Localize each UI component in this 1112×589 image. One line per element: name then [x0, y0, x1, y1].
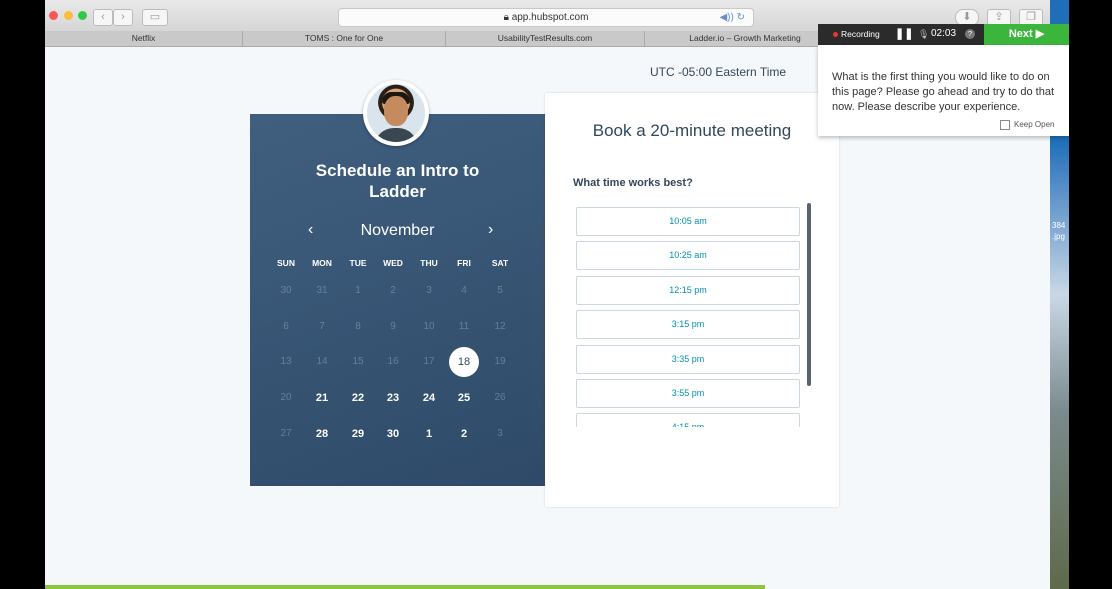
pause-icon[interactable]: ❚❚ [895, 27, 913, 40]
weekday-label: MON [312, 258, 332, 268]
calendar-day: 26 [494, 392, 506, 403]
calendar-day[interactable]: 22 [340, 380, 376, 416]
address-text: app.hubspot.com [511, 12, 589, 23]
calendar-day: 20 [280, 392, 292, 403]
lock-icon: 🔒︎ [503, 12, 509, 23]
calendar-day: 11 [458, 321, 470, 332]
calendar-day: 10 [423, 321, 435, 332]
calendar-day[interactable]: 25 [446, 380, 482, 416]
calendar-day[interactable]: 2 [446, 416, 482, 452]
timezone-label[interactable]: UTC -05:00 Eastern Time [650, 65, 786, 79]
sidebar-icon[interactable]: ▭ [142, 9, 168, 26]
time-slot-button[interactable]: 4:15 pm [576, 413, 800, 427]
calendar-day: 9 [390, 321, 396, 332]
calendar-day: 31 [316, 285, 328, 296]
next-button[interactable]: Next ▶︎ [984, 24, 1069, 45]
time-slot-button[interactable]: 10:25 am [576, 241, 800, 271]
help-icon[interactable]: ? [965, 29, 975, 39]
weekday-label: SAT [491, 258, 509, 268]
calendar-day: 8 [355, 321, 361, 332]
booking-panel: Book a 20-minute meeting What time works… [545, 93, 839, 507]
page-load-progress [45, 585, 765, 589]
calendar-day: 4 [461, 285, 467, 296]
calendar-day: 5 [497, 285, 503, 296]
selected-day[interactable]: 18 [446, 344, 482, 380]
weekday-label: SUN [277, 258, 295, 268]
speaker-icon[interactable]: ◀︎)) ↻ [719, 9, 745, 26]
calendar-day[interactable]: 23 [375, 380, 411, 416]
booking-title: Book a 20-minute meeting [592, 121, 792, 140]
recording-timer: 02:03 [931, 28, 957, 39]
time-slot-button[interactable]: 3:15 pm [576, 310, 800, 340]
recording-label: Recording [841, 29, 880, 39]
calendar-day: 3 [497, 428, 503, 439]
calendar-day: 15 [352, 356, 364, 367]
calendar-day: 30 [280, 285, 292, 296]
time-slot-button[interactable]: 10:05 am [576, 207, 800, 236]
bookmark-tab[interactable]: Ladder.io – Growth Marketing [645, 31, 846, 46]
close-window-icon[interactable] [49, 11, 58, 20]
next-month-icon[interactable]: › [488, 221, 493, 239]
weekday-label: WED [383, 258, 403, 268]
weekday-label: FRI [457, 258, 471, 268]
zoom-window-icon[interactable] [78, 11, 87, 20]
time-slot-button[interactable]: 3:55 pm [576, 379, 800, 408]
calendar-day: 17 [423, 356, 435, 367]
selected-day-label: 18 [457, 356, 471, 368]
calendar-day: 3 [426, 285, 432, 296]
calendar-day[interactable]: 29 [340, 416, 376, 452]
keep-open-checkbox[interactable]: Keep Open [1000, 120, 1054, 130]
calendar-day: 6 [283, 321, 289, 332]
calendar-day: 1 [355, 285, 361, 296]
calendar-day: 27 [280, 428, 292, 439]
microphone-icon: 🎙︎ [918, 29, 930, 39]
slot-scrollbar[interactable] [807, 203, 811, 386]
calendar-day: 2 [390, 285, 396, 296]
time-slot-list: 10:05 am 10:25 am 12:15 pm 3:15 pm 3:35 pm 3:… [576, 207, 800, 427]
calendar-day: 14 [316, 356, 328, 367]
time-question: What time works best? [573, 177, 693, 189]
weekday-label: TUE [349, 258, 367, 268]
desktop-file-label: 384 .jpg [1052, 221, 1066, 241]
calendar-day: 19 [494, 356, 506, 367]
host-photo [367, 84, 425, 142]
address-bar[interactable]: 🔒︎ app.hubspot.com ◀︎)) ↻ [338, 8, 754, 27]
forward-icon[interactable]: › [113, 9, 133, 26]
recorder-bar: Recording ❚❚ 🎙︎ 02:03 ? Next ▶︎ [818, 24, 1069, 45]
calendar-day[interactable]: 24 [411, 380, 447, 416]
avatar [363, 80, 429, 146]
calendar-day: 7 [319, 321, 325, 332]
calendar-day[interactable]: 30 [375, 416, 411, 452]
meeting-title: Schedule an Intro to Ladder [250, 160, 545, 202]
calendar-panel: Schedule an Intro to Ladder ‹ November ›… [250, 114, 545, 486]
calendar-day[interactable]: 1 [411, 416, 447, 452]
next-label: Next [1008, 28, 1033, 40]
play-icon: ▶︎ [1035, 28, 1045, 40]
back-icon[interactable]: ‹ [93, 9, 113, 26]
meeting-title-line: Schedule an Intro to [315, 161, 480, 180]
checkbox-icon[interactable] [1000, 120, 1010, 130]
bookmark-tab[interactable]: Netflix [45, 31, 243, 46]
calendar-day: 13 [280, 356, 292, 367]
meeting-title-line: Ladder [369, 182, 426, 201]
calendar-day[interactable]: 21 [304, 380, 340, 416]
task-popup: What is the first thing you would like t… [818, 45, 1069, 136]
time-slot-button[interactable]: 3:35 pm [576, 344, 800, 374]
bookmark-tab[interactable]: TOMS : One for One [243, 31, 446, 46]
time-slot-button[interactable]: 12:15 pm [576, 275, 800, 305]
task-instructions: What is the first thing you would like t… [832, 71, 1054, 113]
minimize-window-icon[interactable] [64, 11, 73, 20]
record-dot-icon [833, 32, 838, 37]
calendar-day: 16 [387, 356, 399, 367]
weekday-label: THU [420, 258, 438, 268]
keep-open-label: Keep Open [1014, 120, 1055, 130]
month-label: November [360, 222, 435, 239]
calendar-day[interactable]: 28 [304, 416, 340, 452]
bookmark-tab[interactable]: UsabilityTestResults.com [446, 31, 645, 46]
calendar-day: 12 [494, 321, 506, 332]
